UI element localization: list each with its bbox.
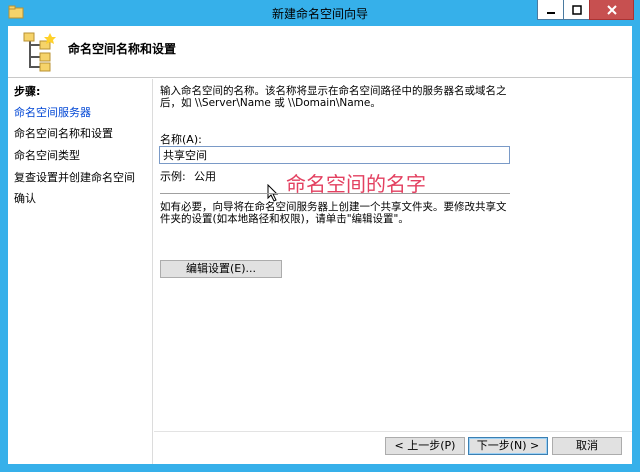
step-review-create[interactable]: 复查设置并创建命名空间 — [14, 169, 135, 185]
steps-panel: 步骤: 命名空间服务器 命名空间名称和设置 命名空间类型 复查设置并创建命名空间… — [8, 79, 153, 464]
main-content: 输入命名空间的名称。该名称将显示在命名空间路径中的服务器名或域名之后，如 \\S… — [154, 79, 632, 464]
title-bar[interactable]: 新建命名空间向导 — [0, 0, 640, 26]
name-label: 名称(A): — [160, 133, 202, 146]
wizard-window: 新建命名空间向导 命名空间名称和设置 步骤: 命名空间服务器 命名空间名称和设置… — [0, 0, 640, 472]
example-label: 示例: — [160, 170, 186, 183]
step-namespace-type[interactable]: 命名空间类型 — [14, 147, 80, 163]
step-namespace-name-settings[interactable]: 命名空间名称和设置 — [14, 125, 113, 141]
footer-divider — [154, 431, 632, 432]
wizard-icon — [23, 32, 56, 72]
wizard-client: 命名空间名称和设置 步骤: 命名空间服务器 命名空间名称和设置 命名空间类型 复… — [8, 26, 632, 464]
step-namespace-server[interactable]: 命名空间服务器 — [14, 104, 91, 120]
minimize-icon — [546, 11, 555, 14]
description-text: 输入命名空间的名称。该名称将显示在命名空间路径中的服务器名或域名之后，如 \\S… — [160, 85, 507, 109]
back-button[interactable]: < 上一步(P) — [385, 437, 465, 455]
close-icon — [606, 4, 617, 15]
next-button[interactable]: 下一步(N) > — [468, 437, 548, 455]
wizard-header: 命名空间名称和设置 — [8, 26, 632, 78]
edit-settings-button[interactable]: 编辑设置(E)... — [160, 260, 282, 278]
close-button[interactable] — [589, 0, 634, 20]
window-controls — [537, 0, 634, 20]
note-text: 如有必要，向导将在命名空间服务器上创建一个共享文件夹。要修改共享文件夹的设置(如… — [160, 201, 507, 225]
cancel-button[interactable]: 取消 — [552, 437, 622, 455]
minimize-button[interactable] — [537, 0, 564, 20]
maximize-button[interactable] — [563, 0, 590, 20]
divider — [160, 193, 510, 194]
maximize-icon — [571, 4, 582, 15]
namespace-name-input[interactable] — [159, 146, 510, 164]
example-value: 公用 — [194, 170, 216, 183]
steps-label: 步骤: — [14, 85, 41, 98]
page-title: 命名空间名称和设置 — [68, 42, 177, 56]
step-confirm[interactable]: 确认 — [14, 190, 36, 206]
